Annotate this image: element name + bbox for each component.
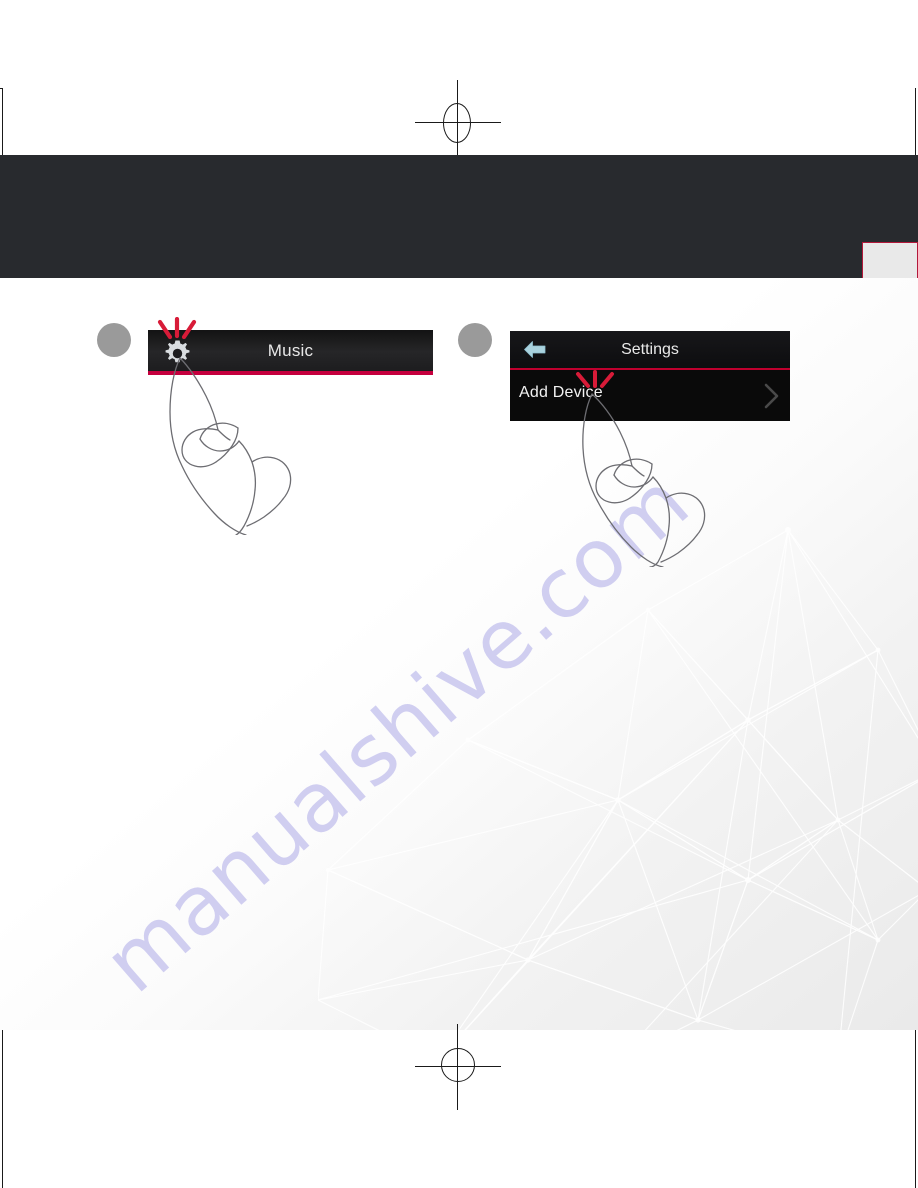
registration-mark-bottom bbox=[415, 1024, 501, 1110]
step-1-bullet bbox=[97, 323, 131, 357]
crop-guide-right-upper bbox=[915, 88, 916, 156]
add-device-row[interactable]: Add Device bbox=[510, 370, 790, 421]
crop-guide-top-left-horizontal bbox=[0, 88, 3, 89]
add-device-label: Add Device bbox=[519, 384, 603, 401]
registration-mark-top bbox=[415, 80, 501, 166]
gear-icon[interactable] bbox=[163, 339, 192, 368]
registration-crosshair-horizontal-bottom bbox=[415, 1066, 501, 1067]
settings-screen: Settings Add Device bbox=[510, 331, 790, 421]
registration-circle-bottom bbox=[441, 1048, 475, 1082]
music-bar-underline bbox=[148, 371, 433, 375]
manual-page: manualshive.com Music Settings Add Devic… bbox=[0, 0, 918, 1188]
watermark-text: manualshive.com bbox=[86, 454, 708, 1012]
crop-guide-left-lower bbox=[2, 1030, 3, 1188]
registration-crosshair-horizontal bbox=[415, 122, 501, 123]
settings-title-label: Settings bbox=[621, 341, 679, 358]
watermark: manualshive.com bbox=[87, 454, 818, 1030]
settings-header-bar: Settings bbox=[510, 331, 790, 368]
crop-guide-right-lower bbox=[915, 1030, 916, 1188]
registration-top-vertical-extension bbox=[457, 88, 458, 162]
polygon-network-background bbox=[318, 527, 918, 1030]
header-band bbox=[0, 155, 918, 278]
chevron-right-icon bbox=[764, 383, 779, 409]
registration-crosshair-vertical-bottom bbox=[457, 1024, 458, 1110]
step-2-bullet bbox=[458, 323, 492, 357]
